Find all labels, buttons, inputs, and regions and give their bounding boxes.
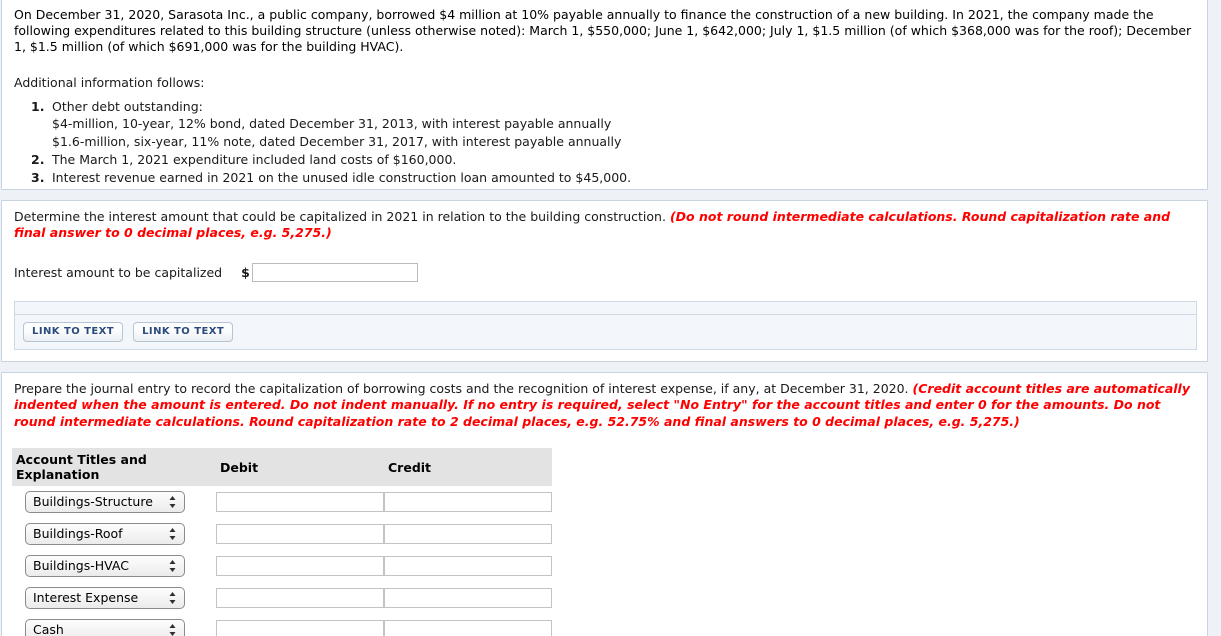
list-item-text: Other debt outstanding: — [52, 99, 203, 114]
part-a-question: Determine the interest amount that could… — [14, 209, 666, 224]
account-select-1[interactable]: Buildings-Roof — [25, 523, 185, 545]
debit-input-1[interactable] — [216, 524, 384, 544]
debit-input-3[interactable] — [216, 588, 384, 608]
link-button-bar: LINK TO TEXT LINK TO TEXT — [14, 314, 1197, 350]
account-select-wrap: Buildings-Structure — [25, 491, 185, 513]
column-header-debit: Debit — [216, 448, 384, 486]
debit-cell — [216, 550, 384, 582]
table-row: Buildings-Structure — [12, 486, 552, 518]
list-item: 1. Other debt outstanding: $4-million, 1… — [14, 98, 1194, 150]
list-item-subline: $4-million, 10-year, 12% bond, dated Dec… — [52, 116, 612, 132]
account-cell: Interest Expense — [12, 582, 216, 614]
account-select-2[interactable]: Buildings-HVAC — [25, 555, 185, 577]
credit-cell — [384, 614, 552, 636]
list-item: 2. The March 1, 2021 expenditure include… — [14, 151, 1194, 168]
link-to-text-button-1[interactable]: LINK TO TEXT — [23, 322, 124, 342]
debit-input-0[interactable] — [216, 492, 384, 512]
part-a-panel: Determine the interest amount that could… — [1, 200, 1208, 362]
additional-info-section: Additional information follows: 1. Other… — [2, 75, 1207, 186]
interest-answer-label: Interest amount to be capitalized — [14, 265, 223, 280]
account-cell: Buildings-HVAC — [12, 550, 216, 582]
credit-cell — [384, 518, 552, 550]
credit-input-3[interactable] — [384, 588, 552, 608]
debit-input-4[interactable] — [216, 620, 384, 636]
account-cell: Buildings-Roof — [12, 518, 216, 550]
problem-paragraph: On December 31, 2020, Sarasota Inc., a p… — [14, 7, 1192, 54]
journal-table-body: Buildings-Structure Buildings-Roof Build… — [12, 486, 552, 636]
account-cell: Buildings-Structure — [12, 486, 216, 518]
list-item-number: 3. — [31, 170, 45, 185]
journal-table-header-row: Account Titles and Explanation Debit Cre… — [12, 448, 552, 486]
problem-paragraph-container: On December 31, 2020, Sarasota Inc., a p… — [2, 0, 1207, 55]
table-row: Interest Expense — [12, 582, 552, 614]
interest-amount-input[interactable] — [251, 263, 418, 282]
part-b-panel: Prepare the journal entry to record the … — [1, 372, 1208, 636]
list-item-text: Interest revenue earned in 2021 on the u… — [52, 170, 632, 185]
table-row: Buildings-Roof — [12, 518, 552, 550]
account-select-0[interactable]: Buildings-Structure — [25, 491, 185, 513]
debit-cell — [216, 518, 384, 550]
credit-cell — [384, 582, 552, 614]
credit-input-1[interactable] — [384, 524, 552, 544]
debit-cell — [216, 614, 384, 636]
interest-answer-row: Interest amount to be capitalized $ — [14, 263, 418, 282]
column-header-credit: Credit — [384, 448, 552, 486]
list-item-text: The March 1, 2021 expenditure included l… — [52, 151, 457, 167]
credit-cell — [384, 550, 552, 582]
part-a-prompt: Determine the interest amount that could… — [2, 201, 1207, 242]
account-select-wrap: Cash — [25, 619, 185, 636]
account-select-4[interactable]: Cash — [25, 619, 185, 636]
column-header-account: Account Titles and Explanation — [12, 448, 216, 486]
part-b-question: Prepare the journal entry to record the … — [14, 381, 909, 396]
list-item-subline: $1.6-million, six-year, 11% note, dated … — [52, 133, 622, 149]
list-item-number: 2. — [31, 151, 45, 167]
account-select-wrap: Buildings-Roof — [25, 523, 185, 545]
credit-input-2[interactable] — [384, 556, 552, 576]
list-item-number: 1. — [31, 99, 45, 114]
problem-statement-panel: On December 31, 2020, Sarasota Inc., a p… — [1, 0, 1208, 190]
credit-input-4[interactable] — [384, 620, 552, 636]
credit-cell — [384, 486, 552, 518]
journal-table-head: Account Titles and Explanation Debit Cre… — [12, 448, 552, 486]
link-to-text-button-2[interactable]: LINK TO TEXT — [133, 322, 234, 342]
debit-input-2[interactable] — [216, 556, 384, 576]
additional-info-heading: Additional information follows: — [14, 75, 205, 90]
list-item: 3. Interest revenue earned in 2021 on th… — [14, 169, 1194, 186]
table-row: Buildings-HVAC — [12, 550, 552, 582]
additional-info-list: 1. Other debt outstanding: $4-million, 1… — [14, 98, 1194, 186]
part-b-prompt: Prepare the journal entry to record the … — [2, 373, 1207, 430]
journal-entry-table: Account Titles and Explanation Debit Cre… — [12, 448, 552, 636]
separator-bar — [14, 301, 1197, 314]
account-select-3[interactable]: Interest Expense — [25, 587, 185, 609]
debit-cell — [216, 582, 384, 614]
currency-symbol: $ — [241, 265, 250, 280]
debit-cell — [216, 486, 384, 518]
table-row: Cash — [12, 614, 552, 636]
account-select-wrap: Buildings-HVAC — [25, 555, 185, 577]
account-cell: Cash — [12, 614, 216, 636]
credit-input-0[interactable] — [384, 492, 552, 512]
account-select-wrap: Interest Expense — [25, 587, 185, 609]
page-root: On December 31, 2020, Sarasota Inc., a p… — [0, 0, 1221, 636]
